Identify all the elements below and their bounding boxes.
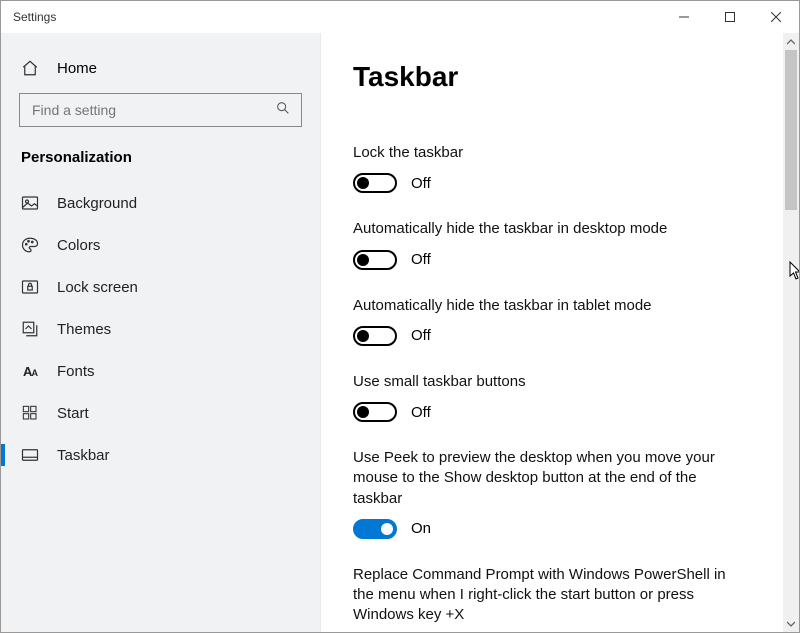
scroll-down-arrow-icon[interactable] — [783, 615, 799, 632]
sidebar-item-background[interactable]: Background — [1, 182, 320, 224]
themes-icon — [21, 320, 39, 338]
taskbar-icon — [21, 446, 39, 464]
sidebar-item-label: Taskbar — [57, 447, 110, 464]
fonts-icon: AA — [21, 362, 39, 380]
toggle-state-text: Off — [411, 175, 431, 192]
scroll-up-arrow-icon[interactable] — [783, 33, 799, 50]
sidebar-item-label: Start — [57, 405, 89, 422]
setting-label: Replace Command Prompt with Windows Powe… — [353, 565, 743, 626]
palette-icon — [21, 236, 39, 254]
setting-label: Use Peek to preview the desktop when you… — [353, 448, 743, 509]
toggle-switch[interactable] — [353, 402, 397, 422]
setting-label: Use small taskbar buttons — [353, 372, 743, 392]
setting-row: Use Peek to preview the desktop when you… — [353, 448, 743, 539]
sidebar-nav: Background Colors Lock screen — [1, 182, 320, 476]
lockscreen-icon — [21, 278, 39, 296]
search-box[interactable] — [19, 93, 302, 127]
setting-label: Automatically hide the taskbar in deskto… — [353, 219, 743, 239]
home-icon — [21, 59, 39, 77]
settings-window: Settings Home P — [0, 0, 800, 633]
sidebar-item-colors[interactable]: Colors — [1, 224, 320, 266]
sidebar-item-label: Colors — [57, 237, 100, 254]
toggle-switch[interactable] — [353, 519, 397, 539]
toggle-state-text: On — [411, 520, 431, 537]
sidebar-item-taskbar[interactable]: Taskbar — [1, 434, 320, 476]
sidebar: Home Personalization Background — [1, 33, 321, 632]
toggle-switch[interactable] — [353, 250, 397, 270]
setting-row: Replace Command Prompt with Windows Powe… — [353, 565, 743, 632]
sidebar-section-title: Personalization — [1, 149, 320, 182]
setting-row: Automatically hide the taskbar in tablet… — [353, 296, 743, 346]
content-area: Taskbar Lock the taskbar Off Automatically… — [321, 33, 799, 632]
scrollbar-track[interactable] — [783, 50, 799, 615]
page-title: Taskbar — [353, 61, 743, 93]
titlebar: Settings — [1, 1, 799, 33]
sidebar-home-label: Home — [57, 60, 97, 77]
setting-row: Automatically hide the taskbar in deskto… — [353, 219, 743, 269]
search-icon — [275, 100, 291, 121]
toggle-switch[interactable] — [353, 173, 397, 193]
setting-row: Lock the taskbar Off — [353, 143, 743, 193]
toggle-switch[interactable] — [353, 326, 397, 346]
sidebar-item-label: Background — [57, 195, 137, 212]
setting-label: Lock the taskbar — [353, 143, 743, 163]
setting-label: Automatically hide the taskbar in tablet… — [353, 296, 743, 316]
picture-icon — [21, 194, 39, 212]
sidebar-item-label: Fonts — [57, 363, 95, 380]
sidebar-item-themes[interactable]: Themes — [1, 308, 320, 350]
vertical-scrollbar[interactable] — [783, 33, 799, 632]
sidebar-item-start[interactable]: Start — [1, 392, 320, 434]
start-icon — [21, 404, 39, 422]
minimize-button[interactable] — [661, 1, 707, 33]
close-button[interactable] — [753, 1, 799, 33]
sidebar-item-label: Lock screen — [57, 279, 138, 296]
toggle-state-text: Off — [411, 327, 431, 344]
search-input[interactable] — [30, 101, 275, 119]
toggle-state-text: Off — [411, 404, 431, 421]
window-title: Settings — [13, 10, 56, 24]
toggle-state-text: Off — [411, 251, 431, 268]
sidebar-home[interactable]: Home — [1, 51, 320, 93]
sidebar-item-fonts[interactable]: AA Fonts — [1, 350, 320, 392]
scrollbar-thumb[interactable] — [785, 50, 797, 210]
sidebar-item-label: Themes — [57, 321, 111, 338]
maximize-button[interactable] — [707, 1, 753, 33]
sidebar-item-lockscreen[interactable]: Lock screen — [1, 266, 320, 308]
setting-row: Use small taskbar buttons Off — [353, 372, 743, 422]
